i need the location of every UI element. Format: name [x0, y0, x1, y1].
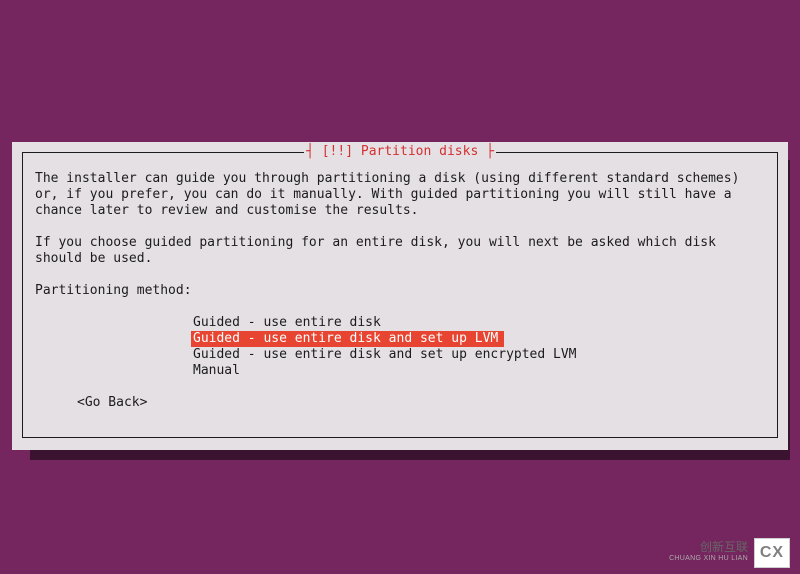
- watermark-text-cn: 创新互联: [669, 541, 748, 553]
- intro-paragraph-2: If you choose guided partitioning for an…: [35, 235, 765, 267]
- dialog-title: ┤ [!!] Partition disks ├: [304, 144, 496, 160]
- spacer: [35, 379, 765, 395]
- option-guided-encrypted-lvm[interactable]: Guided - use entire disk and set up encr…: [191, 347, 583, 363]
- installer-screen: ┤ [!!] Partition disks ├ The installer c…: [0, 0, 800, 574]
- partition-method-list: Guided - use entire disk Guided - use en…: [191, 315, 765, 379]
- option-guided-entire-disk[interactable]: Guided - use entire disk: [191, 315, 387, 331]
- spacer: [35, 299, 765, 315]
- intro-paragraph-1: The installer can guide you through part…: [35, 171, 765, 219]
- spacer: [35, 219, 765, 235]
- option-manual[interactable]: Manual: [191, 363, 246, 379]
- watermark: 创新互联 CHUANG XIN HU LIAN CX: [669, 538, 790, 568]
- watermark-logo-icon: CX: [754, 538, 790, 568]
- dialog-frame: ┤ [!!] Partition disks ├ The installer c…: [22, 152, 778, 438]
- go-back-button[interactable]: <Go Back>: [77, 395, 765, 411]
- option-guided-lvm[interactable]: Guided - use entire disk and set up LVM: [191, 331, 504, 347]
- spacer: [35, 267, 765, 283]
- dialog-title-wrap: ┤ [!!] Partition disks ├: [23, 144, 777, 160]
- dialog-panel: ┤ [!!] Partition disks ├ The installer c…: [12, 142, 788, 450]
- prompt-label: Partitioning method:: [35, 283, 765, 299]
- watermark-text-en: CHUANG XIN HU LIAN: [669, 553, 748, 565]
